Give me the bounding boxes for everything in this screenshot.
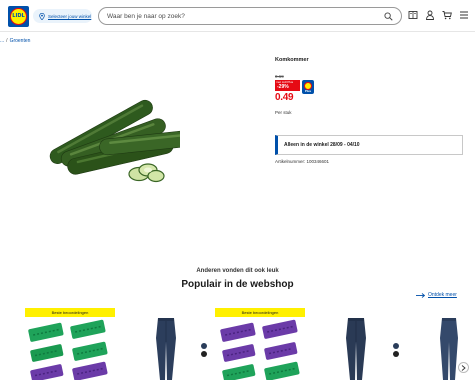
account-icon[interactable] xyxy=(425,9,435,21)
color-swatch-black[interactable] xyxy=(201,351,207,357)
color-swatch-dark-blue[interactable] xyxy=(201,343,207,349)
product-title: Komkommer xyxy=(275,57,309,63)
logo-text: LIDL xyxy=(12,13,25,19)
color-swatch-black[interactable] xyxy=(393,351,399,357)
carousel-next-button[interactable] xyxy=(458,362,469,373)
search-icon[interactable] xyxy=(384,11,393,21)
availability-text: Alleen in de winkel 28/09 - 04/10 xyxy=(284,142,360,148)
lidl-plus-label: Plus xyxy=(304,89,312,93)
product-price: 0.49 xyxy=(275,92,294,103)
breadcrumb-separator: / xyxy=(6,38,8,44)
lidl-logo[interactable]: LIDL xyxy=(8,6,29,27)
menu-icon[interactable] xyxy=(459,9,469,21)
cart-icon[interactable] xyxy=(442,9,452,21)
lidl-plus-logo: Plus xyxy=(302,80,314,94)
discount-badge: met Lidl Plus -29% xyxy=(275,80,300,91)
cucumber-slices xyxy=(128,163,165,183)
recommendations-heading: Populair in de webshop xyxy=(181,279,294,290)
location-pin-icon xyxy=(39,12,45,20)
select-store-button[interactable]: Selecteer jouw winkel xyxy=(33,9,92,23)
store-label: Selecteer jouw winkel xyxy=(48,13,92,19)
chevron-right-icon xyxy=(461,364,466,371)
search-input[interactable]: Waar ben je naar op zoek? xyxy=(98,7,402,25)
breadcrumb-current[interactable]: Groenten xyxy=(10,38,31,44)
search-placeholder: Waar ben je naar op zoek? xyxy=(107,12,185,20)
product-card-image-storage-bags[interactable] xyxy=(25,318,117,380)
site-header: LIDL Selecteer jouw winkel Waar ben je n… xyxy=(0,0,475,32)
recommendations-subheading: Anderen vonden dit ook leuk xyxy=(196,268,279,274)
header-icons xyxy=(408,9,469,21)
brochure-icon[interactable] xyxy=(408,9,418,21)
color-swatch-dark-blue[interactable] xyxy=(393,343,399,349)
price-unit: Per stuk xyxy=(275,110,292,115)
availability-box: Alleen in de winkel 28/09 - 04/10 xyxy=(275,135,463,155)
breadcrumb-prefix[interactable]: ... xyxy=(0,38,4,44)
arrow-right-icon xyxy=(416,292,425,298)
breadcrumb: ... / Groenten xyxy=(0,38,30,44)
product-card-image-jeans[interactable] xyxy=(342,318,370,380)
product-image xyxy=(49,99,180,183)
old-price: 0.69 xyxy=(275,74,284,79)
product-card-image-jeans[interactable] xyxy=(437,318,461,380)
product-card-image-jeans[interactable] xyxy=(152,318,180,380)
product-card-image-storage-bags[interactable] xyxy=(215,318,307,380)
article-number: Artikelnummer: 100346601 xyxy=(275,159,330,164)
best-rated-badge: Beste beoordelingen xyxy=(25,308,115,317)
best-rated-badge: Beste beoordelingen xyxy=(215,308,305,317)
discount-percent: -29% xyxy=(277,84,289,90)
discover-more-label: Ontdek meer xyxy=(428,292,457,298)
discover-more-link[interactable]: Ontdek meer xyxy=(416,292,457,298)
